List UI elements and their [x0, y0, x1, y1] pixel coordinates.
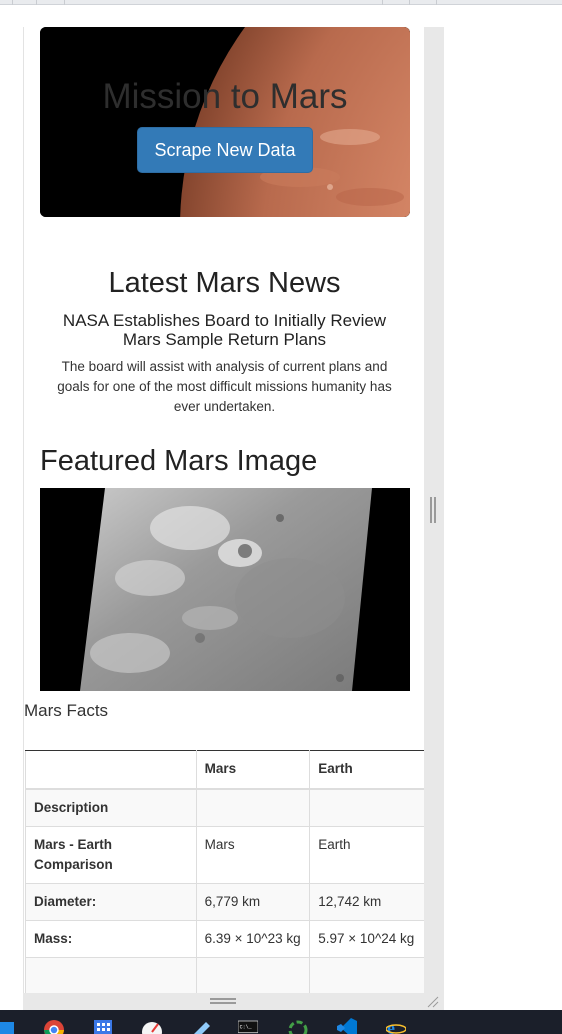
- news-paragraph: The board will assist with analysis of c…: [57, 359, 392, 414]
- tab-separator: [382, 0, 383, 5]
- mars-value: Mars: [195, 826, 311, 884]
- resize-corner-icon[interactable]: [426, 995, 440, 1009]
- row-label: [25, 957, 197, 993]
- svg-text:C:\_: C:\_: [240, 1025, 253, 1031]
- row-label: Diameter:: [25, 883, 197, 921]
- scrape-new-data-button[interactable]: Scrape New Data: [137, 127, 313, 173]
- row-label: Mars - Earth Comparison: [25, 826, 197, 884]
- earth-value: [309, 957, 424, 993]
- hero-title: Mission to Mars: [102, 77, 348, 116]
- earth-value: 12,742 km: [309, 883, 424, 921]
- terminal-icon[interactable]: C:\_: [238, 1018, 258, 1034]
- viewport-resize-handle[interactable]: [430, 497, 437, 523]
- vscode-icon[interactable]: [337, 1018, 357, 1034]
- tab-separator: [12, 0, 13, 5]
- hero-jumbotron: Mission to Mars Scrape New Data: [40, 27, 410, 217]
- table-row: [25, 957, 424, 993]
- news-title: NASA Establishes Board to Initially Revi…: [62, 311, 387, 349]
- mars-planet-background: [40, 27, 410, 217]
- tab-separator: [64, 0, 65, 5]
- tab-separator: [36, 0, 37, 5]
- gauge-app-icon[interactable]: [142, 1018, 162, 1034]
- tab-separator: [409, 0, 410, 5]
- table-row: Mars - Earth Comparison Mars Earth: [25, 826, 424, 884]
- latest-news-heading: Latest Mars News: [108, 267, 341, 299]
- earth-value: [309, 788, 424, 827]
- table-header-row: Mars Earth: [25, 750, 424, 790]
- table-row: Mass: 6.39 × 10^23 kg 5.97 × 10^24 kg: [25, 920, 424, 958]
- pen-app-icon[interactable]: [190, 1018, 210, 1034]
- column-header: [25, 750, 197, 790]
- mars-value: 6,779 km: [195, 883, 311, 921]
- mars-value: [195, 788, 311, 827]
- featured-image-heading: Featured Mars Image: [40, 445, 318, 477]
- windows-taskbar: C:\_ e: [0, 1010, 562, 1034]
- mars-value: 6.39 × 10^23 kg: [195, 920, 311, 958]
- mars-facts-label: Mars Facts: [24, 701, 109, 720]
- table-row: Diameter: 6,779 km 12,742 km: [25, 883, 424, 921]
- start-icon[interactable]: [0, 1018, 20, 1034]
- row-label: Mass:: [25, 920, 197, 958]
- tab-separator: [436, 0, 437, 5]
- table-row: Description: [25, 788, 424, 827]
- viewport-bottom-resize-bar[interactable]: [23, 993, 444, 1010]
- responsive-viewport: Mission to Mars Scrape New Data Latest M…: [23, 27, 424, 993]
- calculator-icon[interactable]: [93, 1018, 113, 1034]
- row-label: Description: [25, 788, 197, 827]
- bottom-grip-icon[interactable]: [210, 998, 236, 1004]
- earth-value: 5.97 × 10^24 kg: [309, 920, 424, 958]
- refresh-app-icon[interactable]: [288, 1018, 308, 1034]
- mars-value: [195, 957, 311, 993]
- column-header-mars: Mars: [195, 750, 311, 790]
- mars-facts-table: Mars Earth Description Mars - Earth Comp…: [25, 750, 424, 993]
- featured-mars-image: [40, 488, 410, 691]
- browser-top-strip: [0, 0, 562, 5]
- internet-explorer-icon[interactable]: e: [386, 1018, 406, 1034]
- earth-value: Earth: [309, 826, 424, 884]
- column-header-earth: Earth: [309, 750, 424, 790]
- chrome-icon[interactable]: [44, 1018, 64, 1034]
